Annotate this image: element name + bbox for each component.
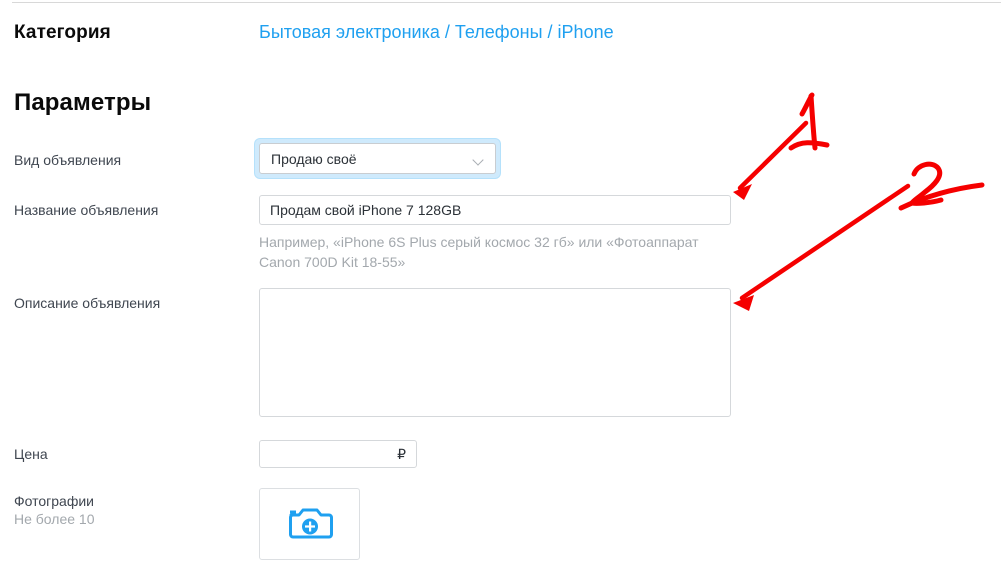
page-title: Параметры bbox=[14, 89, 152, 116]
camera-add-icon bbox=[288, 508, 333, 539]
ad-title-label: Название объявления bbox=[14, 202, 159, 218]
ad-description-label: Описание объявления bbox=[14, 295, 161, 311]
ad-title-input[interactable]: Продам свой iPhone 7 128GB bbox=[259, 195, 731, 225]
price-input[interactable]: ₽ bbox=[259, 440, 417, 468]
chevron-down-icon bbox=[474, 156, 483, 165]
annotation-number-2 bbox=[898, 161, 985, 211]
ad-title-hint: Например, «iPhone 6S Plus серый космос 3… bbox=[259, 234, 699, 270]
annotation-arrow-2 bbox=[733, 183, 911, 311]
ad-create-form-page: Категория Бытовая электроника / Телефоны… bbox=[0, 0, 1001, 579]
ad-type-select-box[interactable]: Продаю своё bbox=[259, 143, 496, 174]
category-label: Категория bbox=[14, 22, 111, 43]
breadcrumb[interactable]: Бытовая электроника / Телефоны / iPhone bbox=[259, 22, 614, 43]
top-divider bbox=[12, 2, 1001, 3]
photo-upload-button[interactable] bbox=[259, 488, 360, 560]
photos-sublabel: Не более 10 bbox=[14, 511, 95, 527]
photos-label-text: Фотографии bbox=[14, 493, 95, 509]
ad-description-textarea[interactable] bbox=[259, 288, 731, 417]
breadcrumb-item-1[interactable]: Телефоны bbox=[455, 22, 543, 42]
breadcrumb-separator: / bbox=[547, 22, 553, 42]
ad-type-selected-value: Продаю своё bbox=[271, 151, 357, 167]
ad-type-label: Вид объявления bbox=[14, 152, 122, 168]
ruble-currency-icon: ₽ bbox=[397, 446, 406, 462]
annotation-number-1 bbox=[788, 92, 830, 151]
photos-label: Фотографии Не более 10 bbox=[14, 492, 95, 529]
annotation-arrow-1 bbox=[733, 120, 809, 200]
price-label: Цена bbox=[14, 446, 48, 462]
ad-type-select[interactable]: Продаю своё bbox=[255, 139, 500, 178]
breadcrumb-separator: / bbox=[444, 22, 450, 42]
breadcrumb-item-0[interactable]: Бытовая электроника bbox=[259, 22, 440, 42]
ad-title-value: Продам свой iPhone 7 128GB bbox=[270, 202, 462, 218]
breadcrumb-item-2[interactable]: iPhone bbox=[558, 22, 614, 42]
